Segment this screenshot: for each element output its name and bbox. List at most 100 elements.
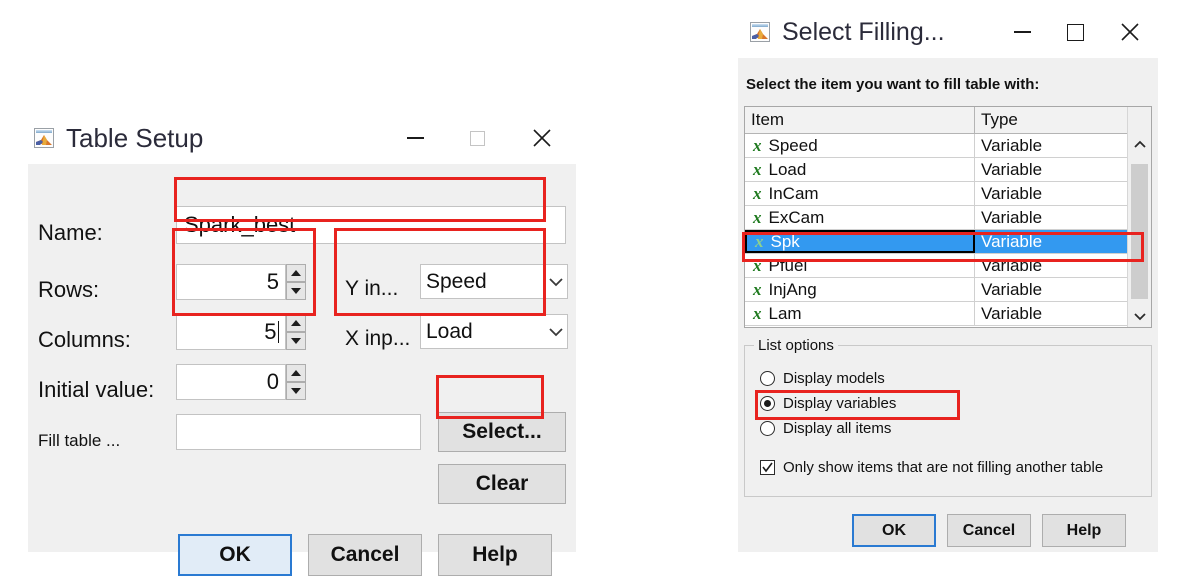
rows-input[interactable]: 5 xyxy=(176,264,286,300)
chevron-down-icon xyxy=(545,277,567,287)
initial-value-spinner-up[interactable] xyxy=(286,364,306,382)
list-item-label: Load xyxy=(768,159,807,179)
radio-label: Display variables xyxy=(783,395,897,412)
maximize-button[interactable] xyxy=(446,112,508,164)
table-row[interactable]: x InCam Variable xyxy=(745,182,1151,206)
table-row[interactable]: x Load Variable xyxy=(745,158,1151,182)
select-button[interactable]: Select... xyxy=(438,412,566,452)
radio-display-variables[interactable]: Display variables xyxy=(760,395,896,412)
cancel-button[interactable]: Cancel xyxy=(947,514,1031,547)
ok-button-label: OK xyxy=(882,521,906,539)
y-input-combo[interactable]: Speed xyxy=(420,264,568,299)
select-filling-title: Select Filling... xyxy=(782,17,945,46)
columns-input[interactable]: 5 xyxy=(176,314,286,350)
list-type-cell: Variable xyxy=(975,230,1127,253)
fill-table-input[interactable] xyxy=(176,414,421,450)
ok-button[interactable]: OK xyxy=(178,534,292,576)
list-item-cell[interactable]: x Pfuel xyxy=(745,254,975,277)
list-header: Item Type xyxy=(745,107,1151,134)
items-list[interactable]: Item Type x Speed Variable x Load Variab… xyxy=(744,106,1152,328)
initial-value-spinner[interactable] xyxy=(286,364,306,400)
rows-spinner-down[interactable] xyxy=(286,282,306,300)
radio-display-models[interactable]: Display models xyxy=(760,370,885,387)
clear-button-label: Clear xyxy=(475,472,529,495)
list-item-cell[interactable]: x Load xyxy=(745,158,975,181)
list-options-title: List options xyxy=(754,337,838,354)
list-item-label: ExCam xyxy=(768,207,825,227)
fill-table-label: Fill table ... xyxy=(38,431,121,450)
rows-input-value: 5 xyxy=(266,269,279,294)
list-type-cell: Variable xyxy=(981,255,1043,275)
name-label: Name: xyxy=(38,220,103,245)
minimize-button[interactable] xyxy=(996,6,1048,58)
y-input-label: Y in... xyxy=(345,277,399,300)
name-input[interactable]: Spark_best xyxy=(176,206,566,244)
list-item-cell[interactable]: x InjAng xyxy=(745,278,975,301)
ok-button[interactable]: OK xyxy=(852,514,936,547)
radio-dot-selected xyxy=(760,396,775,411)
table-row[interactable]: x InjAng Variable xyxy=(745,278,1151,302)
close-button[interactable] xyxy=(508,112,576,164)
checkbox-only-show-non-filling[interactable]: Only show items that are not filling ano… xyxy=(760,459,1103,476)
list-scrollbar[interactable] xyxy=(1127,107,1151,327)
variable-x-icon: x xyxy=(755,231,764,251)
cancel-button-label: Cancel xyxy=(962,521,1016,539)
chevron-down-icon xyxy=(545,327,567,337)
text-caret xyxy=(277,321,279,343)
list-item-cell[interactable]: x InCam xyxy=(745,182,975,205)
clear-button[interactable]: Clear xyxy=(438,464,566,504)
help-button[interactable]: Help xyxy=(438,534,552,576)
maximize-button[interactable] xyxy=(1048,6,1102,58)
table-row[interactable]: x Lam Variable xyxy=(745,302,1151,326)
rows-spinner[interactable] xyxy=(286,264,306,300)
initial-value-spinner-down[interactable] xyxy=(286,382,306,400)
variable-x-icon: x xyxy=(753,159,762,179)
columns-spinner-down[interactable] xyxy=(286,332,306,350)
radio-label: Display all items xyxy=(783,420,892,437)
select-button-label: Select... xyxy=(462,420,542,443)
list-item-cell[interactable]: x ExCam xyxy=(745,206,975,229)
select-filling-titlebar[interactable]: Select Filling... xyxy=(738,6,1158,58)
x-input-combo-value: Load xyxy=(426,319,473,343)
table-row[interactable]: x Pfuel Variable xyxy=(745,254,1151,278)
radio-display-all-items[interactable]: Display all items xyxy=(760,420,891,437)
checkbox-box xyxy=(760,460,775,475)
scroll-up-icon[interactable] xyxy=(1128,133,1151,155)
cancel-button[interactable]: Cancel xyxy=(308,534,422,576)
variable-x-icon: x xyxy=(753,279,762,299)
initial-value-label: Initial value: xyxy=(38,377,155,402)
table-row[interactable]: x Speed Variable xyxy=(745,134,1151,158)
radio-dot xyxy=(760,371,775,386)
list-item-label: Lam xyxy=(768,303,802,323)
select-filling-body: Select the item you want to fill table w… xyxy=(738,58,1158,552)
initial-value-input[interactable]: 0 xyxy=(176,364,286,400)
list-item-cell[interactable]: x Speed xyxy=(745,134,975,157)
column-header-item[interactable]: Item xyxy=(745,107,975,133)
help-button-label: Help xyxy=(472,543,518,566)
table-row[interactable]: x ExCam Variable xyxy=(745,206,1151,230)
table-setup-titlebar[interactable]: Table Setup xyxy=(28,112,576,164)
list-item-cell[interactable]: x Lam xyxy=(745,302,975,325)
close-button[interactable] xyxy=(1102,6,1158,58)
columns-spinner-up[interactable] xyxy=(286,314,306,332)
variable-x-icon: x xyxy=(753,303,762,323)
scroll-down-icon[interactable] xyxy=(1128,305,1151,327)
help-button[interactable]: Help xyxy=(1042,514,1126,547)
x-input-combo[interactable]: Load xyxy=(420,314,568,349)
matlab-icon xyxy=(750,22,770,42)
table-row-selected[interactable]: x Spk Variable xyxy=(745,230,1151,254)
minimize-button[interactable] xyxy=(384,112,446,164)
scroll-thumb[interactable] xyxy=(1131,164,1148,299)
columns-spinner[interactable] xyxy=(286,314,306,350)
column-header-type[interactable]: Type xyxy=(975,107,1127,133)
columns-label: Columns: xyxy=(38,327,131,352)
cancel-button-label: Cancel xyxy=(330,543,400,566)
table-setup-title: Table Setup xyxy=(66,122,204,153)
list-type-cell: Variable xyxy=(981,135,1043,155)
rows-label: Rows: xyxy=(38,277,100,302)
select-filling-dialog: Select Filling... Select the item you wa… xyxy=(738,6,1158,552)
rows-spinner-up[interactable] xyxy=(286,264,306,282)
list-item-cell[interactable]: x Spk xyxy=(745,230,975,253)
list-item-label: InjAng xyxy=(768,279,817,299)
variable-x-icon: x xyxy=(753,135,762,155)
